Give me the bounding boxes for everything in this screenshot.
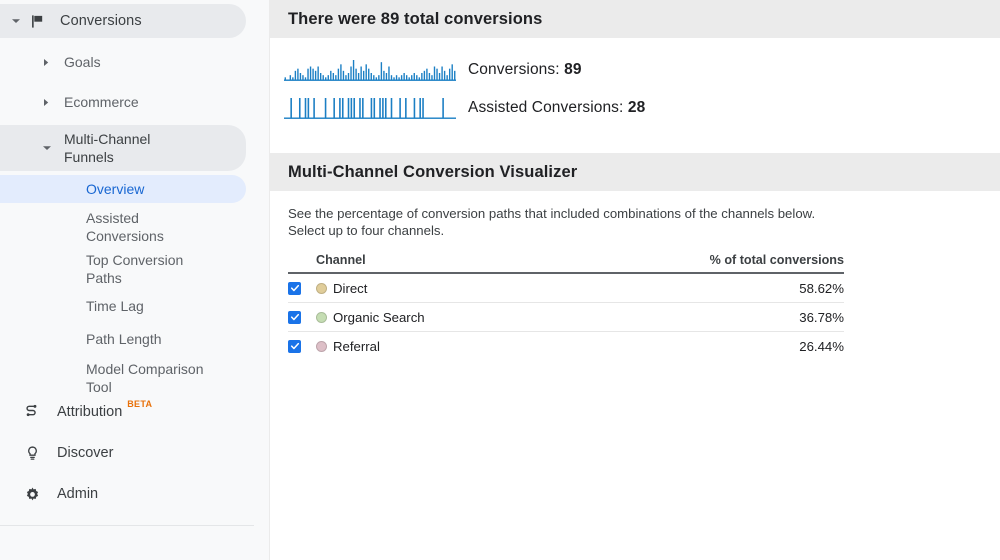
lightbulb-icon: [20, 444, 44, 463]
channel-name-referral: Referral: [333, 338, 380, 354]
metrics-list: Conversions: 89 Assisted Conversions: 28: [270, 38, 1000, 126]
visualizer-body: See the percentage of conversion paths t…: [270, 191, 1000, 360]
table-header-percent: % of total conversions: [709, 253, 844, 267]
flag-icon: [26, 14, 48, 29]
sidebar-group-ecommerce[interactable]: Ecommerce: [0, 86, 246, 118]
conversions-sparkline-chart: [284, 58, 456, 82]
conversions-panel-header: There were 89 total conversions: [270, 0, 1000, 38]
sidebar-item-model-comparison-tool-label: Model Comparison Tool: [86, 361, 204, 395]
sidebar-item-assisted-conversions[interactable]: Assisted Conversions: [0, 206, 246, 248]
table-cell-checkbox: [288, 339, 316, 353]
sidebar-item-discover-label: Discover: [57, 445, 114, 461]
visualizer-description-line1: See the percentage of conversion paths t…: [288, 206, 816, 221]
table-cell-channel: Organic Search: [316, 310, 799, 325]
sidebar-group-multi-channel-funnels-label: Multi-Channel Funnels: [64, 131, 151, 165]
table-cell-checkbox: [288, 281, 316, 295]
chevron-down-icon: [42, 143, 56, 153]
table-row[interactable]: Organic Search 36.78%: [288, 303, 844, 332]
channel-color-dot-organic-search: [316, 311, 327, 323]
beta-badge: BETA: [127, 399, 153, 409]
channel-table: Channel % of total conversions Direct 58…: [288, 253, 844, 360]
channel-percent-organic-search: 36.78%: [799, 309, 844, 325]
sidebar-bottom-section: Attribution BETA Discover Admin: [0, 392, 270, 514]
channel-checkbox-organic-search[interactable]: [288, 310, 301, 324]
sidebar-item-top-conversion-paths[interactable]: Top Conversion Paths: [0, 248, 246, 290]
sidebar-group-goals-label: Goals: [64, 54, 101, 70]
app-root: Conversions Goals Ecommerce Multi-Channe…: [0, 0, 1000, 560]
assisted-conversions-sparkline-chart: [284, 96, 456, 120]
table-cell-channel: Direct: [316, 281, 799, 296]
sidebar-item-attribution-label: Attribution BETA: [57, 399, 152, 420]
chevron-down-icon: [8, 16, 24, 26]
visualizer-description-line2: Select up to four channels.: [288, 223, 445, 238]
visualizer-description: See the percentage of conversion paths t…: [288, 205, 848, 239]
table-header-channel: Channel: [316, 253, 366, 267]
metric-conversions-label: Conversions: 89: [468, 61, 582, 79]
sidebar-item-time-lag[interactable]: Time Lag: [0, 292, 246, 320]
channel-name-direct: Direct: [333, 280, 368, 296]
sidebar-item-conversions[interactable]: Conversions: [0, 4, 246, 38]
sidebar-group-goals[interactable]: Goals: [0, 46, 246, 78]
metric-assisted-conversions-text: Assisted Conversions:: [468, 99, 624, 116]
sidebar-item-attribution[interactable]: Attribution BETA: [0, 392, 270, 432]
visualizer-panel: Multi-Channel Conversion Visualizer See …: [270, 153, 1000, 360]
visualizer-title: Multi-Channel Conversion Visualizer: [288, 162, 578, 181]
page-title: There were 89 total conversions: [288, 9, 543, 28]
metric-conversions-text: Conversions:: [468, 61, 560, 78]
sidebar-item-path-length-label: Path Length: [86, 331, 162, 347]
metric-assisted-conversions-label: Assisted Conversions: 28: [468, 99, 645, 117]
sidebar-item-path-length[interactable]: Path Length: [0, 325, 246, 353]
metric-conversions: Conversions: 89: [284, 52, 1000, 88]
sidebar-item-assisted-conversions-label: Assisted Conversions: [86, 210, 164, 244]
main-content: There were 89 total conversions Conversi…: [270, 0, 1000, 560]
channel-percent-direct: 58.62%: [799, 280, 844, 296]
sidebar-item-time-lag-label: Time Lag: [86, 298, 144, 314]
table-header-row: Channel % of total conversions: [288, 253, 844, 274]
sidebar-group-multi-channel-funnels[interactable]: Multi-Channel Funnels: [0, 125, 246, 171]
table-cell-checkbox: [288, 310, 316, 324]
sidebar: Conversions Goals Ecommerce Multi-Channe…: [0, 0, 270, 560]
table-cell-channel: Referral: [316, 339, 799, 354]
channel-name-organic-search: Organic Search: [333, 309, 425, 325]
channel-checkbox-referral[interactable]: [288, 339, 301, 353]
metric-assisted-conversions: Assisted Conversions: 28: [284, 90, 1000, 126]
sidebar-item-overview[interactable]: Overview: [0, 175, 246, 203]
sidebar-item-conversions-label: Conversions: [60, 13, 142, 29]
sidebar-item-top-conversion-paths-label: Top Conversion Paths: [86, 252, 184, 286]
chevron-right-icon: [42, 98, 56, 107]
channel-percent-referral: 26.44%: [799, 338, 844, 354]
chevron-right-icon: [42, 58, 56, 67]
visualizer-panel-header: Multi-Channel Conversion Visualizer: [270, 153, 1000, 191]
channel-color-dot-direct: [316, 282, 327, 294]
sidebar-group-ecommerce-label: Ecommerce: [64, 94, 139, 110]
table-row[interactable]: Referral 26.44%: [288, 332, 844, 360]
sidebar-item-admin-label: Admin: [57, 486, 99, 502]
table-row[interactable]: Direct 58.62%: [288, 274, 844, 303]
metric-assisted-conversions-value: 28: [627, 99, 646, 116]
sidebar-item-discover[interactable]: Discover: [0, 433, 270, 473]
sidebar-bottom-divider: [0, 525, 254, 526]
metric-conversions-value: 89: [564, 61, 582, 78]
sidebar-item-overview-label: Overview: [86, 181, 145, 197]
gear-icon: [20, 485, 44, 504]
channel-color-dot-referral: [316, 340, 327, 352]
channel-checkbox-direct[interactable]: [288, 281, 301, 295]
attribution-text: Attribution: [57, 404, 123, 420]
sidebar-item-admin[interactable]: Admin: [0, 474, 270, 514]
attribution-icon: [20, 403, 44, 422]
